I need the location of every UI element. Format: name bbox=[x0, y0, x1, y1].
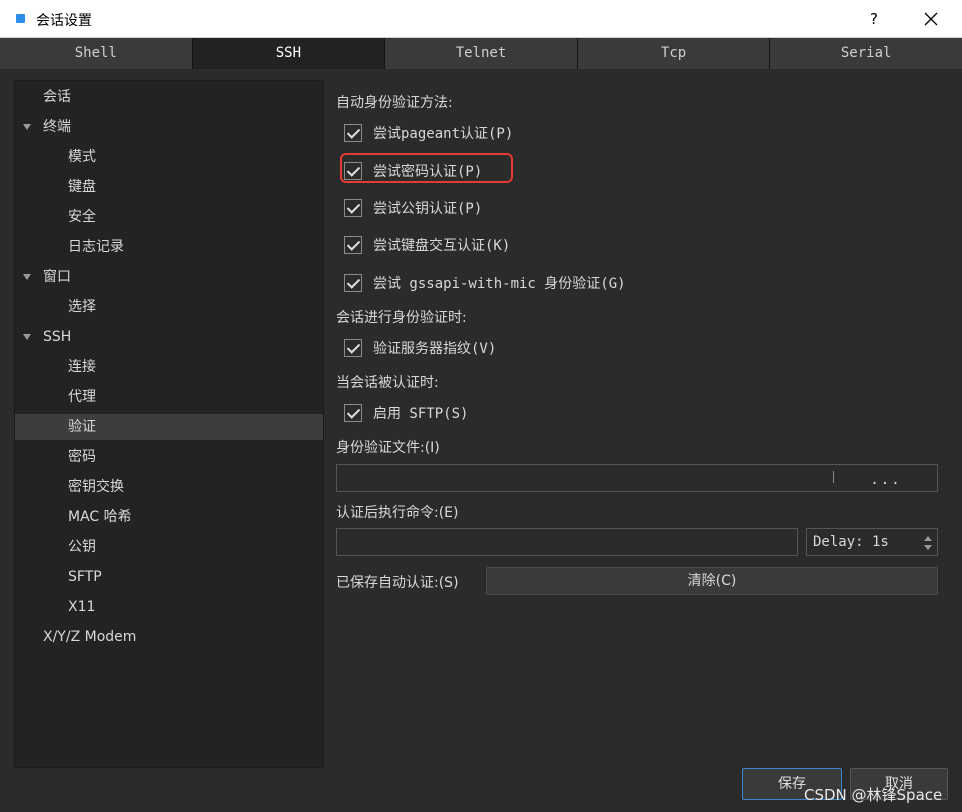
tree-item-security[interactable]: 安全 bbox=[15, 204, 323, 230]
tree-item-auth[interactable]: 验证 bbox=[15, 414, 323, 440]
spin-down-icon[interactable] bbox=[924, 545, 932, 550]
tree-item-window[interactable]: 窗口 bbox=[15, 264, 323, 290]
browse-button[interactable]: ... bbox=[835, 465, 937, 491]
tree-item-pubkey[interactable]: 公钥 bbox=[15, 534, 323, 560]
expand-arrow-icon[interactable] bbox=[23, 124, 31, 130]
tab-tcp[interactable]: Tcp bbox=[577, 38, 771, 69]
tab-ssh[interactable]: SSH bbox=[192, 38, 386, 69]
window-title: 会话设置 bbox=[36, 13, 92, 29]
during-auth-heading: 会话进行身份验证时: bbox=[336, 310, 467, 326]
tree-item-x11[interactable]: X11 bbox=[15, 594, 323, 620]
password-auth-checkbox[interactable]: 尝试密码认证(P) bbox=[340, 153, 513, 183]
tree-item-session[interactable]: 会话 bbox=[15, 84, 323, 110]
close-icon bbox=[924, 12, 938, 26]
keyboard-interactive-checkbox[interactable]: 尝试键盘交互认证(K) bbox=[344, 233, 510, 257]
delay-spinbox[interactable]: Delay: 1s bbox=[806, 528, 938, 556]
tree-item-kex[interactable]: 密钥交换 bbox=[15, 474, 323, 500]
tree-item-ssh[interactable]: SSH bbox=[15, 324, 323, 350]
cancel-button[interactable]: 取消 bbox=[850, 768, 948, 800]
field-separator bbox=[833, 471, 834, 483]
tree-item-selection[interactable]: 选择 bbox=[15, 294, 323, 320]
verify-fingerprint-checkbox[interactable]: 验证服务器指纹(V) bbox=[344, 336, 496, 360]
identity-file-field[interactable]: ... bbox=[336, 464, 938, 492]
saved-auth-label: 已保存自动认证:(S) bbox=[336, 575, 459, 591]
protocol-tabs: Shell SSH Telnet Tcp Serial bbox=[0, 38, 962, 69]
gssapi-auth-checkbox[interactable]: 尝试 gssapi-with-mic 身份验证(G) bbox=[344, 271, 626, 295]
spin-up-icon[interactable] bbox=[924, 536, 932, 541]
checkbox-checked-icon[interactable] bbox=[344, 236, 362, 254]
auth-methods-heading: 自动身份验证方法: bbox=[336, 95, 453, 111]
tab-telnet[interactable]: Telnet bbox=[385, 38, 578, 69]
pubkey-auth-checkbox[interactable]: 尝试公钥认证(P) bbox=[344, 196, 482, 220]
expand-arrow-icon[interactable] bbox=[23, 334, 31, 340]
tree-item-mode[interactable]: 模式 bbox=[15, 144, 323, 170]
save-button[interactable]: 保存 bbox=[742, 768, 842, 800]
tree-item-connection[interactable]: 连接 bbox=[15, 354, 323, 380]
tree-item-terminal[interactable]: 终端 bbox=[15, 114, 323, 140]
checkbox-checked-icon[interactable] bbox=[344, 339, 362, 357]
tree-item-proxy[interactable]: 代理 bbox=[15, 384, 323, 410]
app-icon bbox=[16, 14, 25, 23]
enable-sftp-checkbox[interactable]: 启用 SFTP(S) bbox=[344, 401, 468, 425]
tree-item-mac[interactable]: MAC 哈希 bbox=[15, 504, 323, 530]
tree-item-sftp[interactable]: SFTP bbox=[15, 564, 323, 590]
after-auth-heading: 当会话被认证时: bbox=[336, 375, 439, 391]
checkbox-checked-icon[interactable] bbox=[344, 162, 362, 180]
tab-shell[interactable]: Shell bbox=[0, 38, 193, 69]
settings-tree: 会话 终端 模式 键盘 安全 日志记录 窗口 选择 SSH 连接 代理 验证 密… bbox=[14, 80, 324, 768]
tree-item-cipher[interactable]: 密码 bbox=[15, 444, 323, 470]
checkbox-checked-icon[interactable] bbox=[344, 274, 362, 292]
clear-button[interactable]: 清除(C) bbox=[486, 567, 938, 595]
checkbox-checked-icon[interactable] bbox=[344, 124, 362, 142]
tree-item-xyz-modem[interactable]: X/Y/Z Modem bbox=[15, 624, 323, 650]
checkbox-checked-icon[interactable] bbox=[344, 199, 362, 217]
close-button[interactable] bbox=[918, 5, 944, 33]
help-button[interactable]: ? bbox=[862, 6, 886, 32]
tree-item-keyboard[interactable]: 键盘 bbox=[15, 174, 323, 200]
post-command-label: 认证后执行命令:(E) bbox=[336, 505, 459, 521]
title-bar: 会话设置 ? bbox=[0, 0, 962, 38]
identity-file-label: 身份验证文件:(I) bbox=[336, 440, 440, 456]
pageant-auth-checkbox[interactable]: 尝试pageant认证(P) bbox=[344, 121, 513, 145]
post-command-input[interactable] bbox=[336, 528, 798, 556]
tree-item-logging[interactable]: 日志记录 bbox=[15, 234, 323, 260]
checkbox-checked-icon[interactable] bbox=[344, 404, 362, 422]
expand-arrow-icon[interactable] bbox=[23, 274, 31, 280]
tab-serial[interactable]: Serial bbox=[770, 38, 962, 69]
